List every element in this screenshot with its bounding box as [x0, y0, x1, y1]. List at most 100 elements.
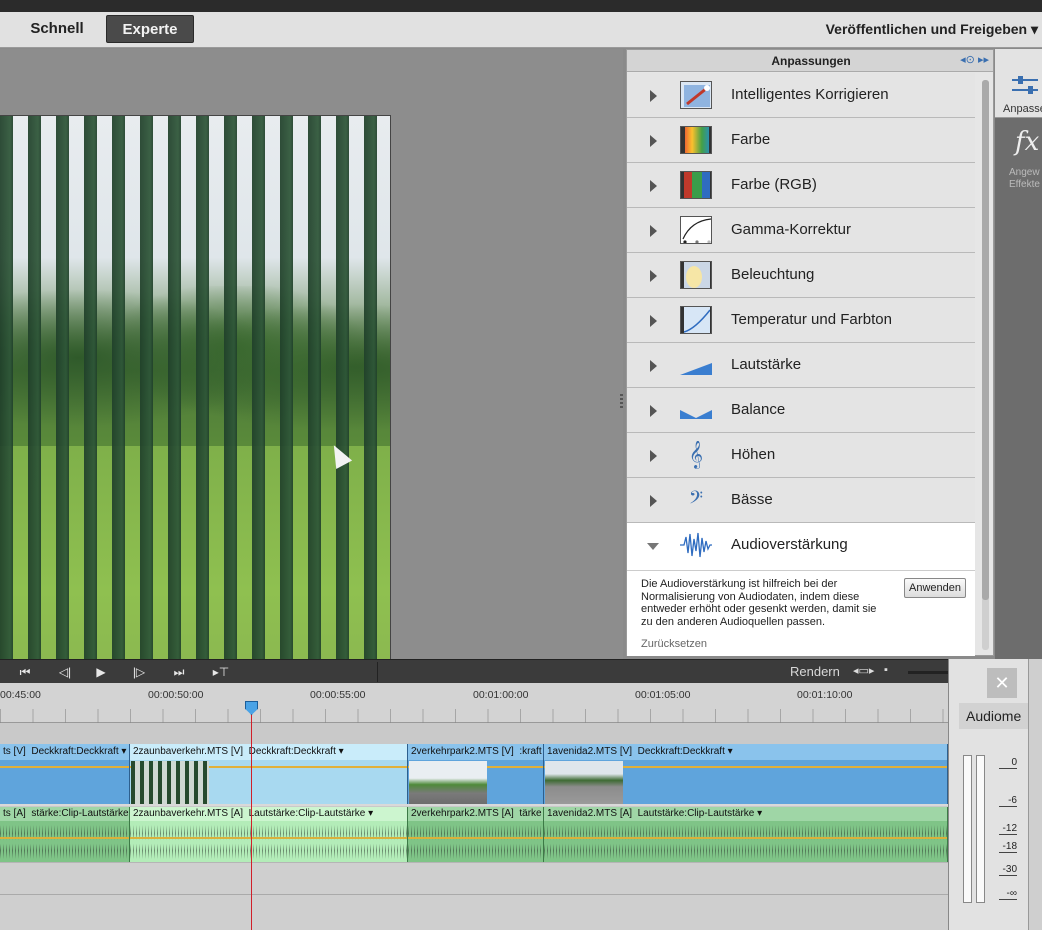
expand-arrow-icon[interactable] [650, 450, 657, 462]
expand-arrow-icon[interactable] [650, 180, 657, 192]
expand-arrow-icon[interactable] [650, 90, 657, 102]
clip-header: 1avenida2.MTS [A] Lautstärke:Clip-Lautst… [544, 807, 947, 821]
collapse-arrow-icon[interactable] [647, 543, 659, 550]
audio-waveform [544, 825, 947, 859]
clip-effect[interactable]: tärke [519, 808, 541, 819]
close-icon[interactable]: ✕ [987, 668, 1017, 698]
adj-item-volume[interactable]: Lautstärke [627, 343, 975, 388]
zoom-slider[interactable] [908, 671, 948, 674]
playhead-line[interactable] [251, 712, 252, 930]
adj-item-audio-gain[interactable]: Audioverstärkung [627, 523, 975, 571]
adj-item-balance[interactable]: Balance [627, 388, 975, 433]
step-forward-icon[interactable]: |▷ [126, 663, 152, 681]
adjustments-scrollbar[interactable] [982, 80, 989, 650]
adjustments-list: Intelligentes Korrigieren Farbe Farbe (R… [627, 73, 975, 571]
adj-item-gamma[interactable]: Gamma-Korrektur [627, 208, 975, 253]
publish-share-menu[interactable]: Veröffentlichen und Freigeben ▾ [826, 15, 1038, 43]
clip-header: ts [V] Deckkraft:Deckkraft ▾ [0, 744, 129, 760]
scrollbar-thumb[interactable] [982, 80, 989, 600]
split-clip-icon[interactable]: ▸⊤ [208, 663, 234, 681]
reset-link[interactable]: Zurücksetzen [641, 638, 707, 650]
adjustments-header: Anpassungen ◂⊙ ▸▸ [627, 50, 993, 72]
clip-effect[interactable]: Lautstärke:Clip-Lautstärke [249, 808, 366, 819]
adj-label: Bässe [731, 491, 773, 508]
audio-clip[interactable]: 1avenida2.MTS [A] Lautstärke:Clip-Lautst… [544, 807, 948, 862]
video-preview[interactable] [0, 115, 391, 683]
clip-name: ts [V] [3, 746, 26, 757]
adj-item-bass[interactable]: 𝄢 Bässe [627, 478, 975, 523]
audio-waveform [408, 825, 543, 859]
timeline-ruler[interactable]: 00:45:00 00:00:50:00 00:00:55:00 00:01:0… [0, 683, 948, 723]
clip-effect[interactable]: :kraft [519, 746, 541, 757]
fit-timeline-icon[interactable]: ◂▭▸ [853, 664, 874, 677]
go-to-end-icon[interactable]: ⏭ [166, 663, 192, 681]
clip-effect[interactable]: stärke:Clip-Lautstärke [31, 808, 128, 819]
quick-mode-button[interactable]: Schnell [14, 15, 100, 43]
audio-clip[interactable]: 2verkehrpark2.MTS [A] tärke ▾ [408, 807, 544, 862]
bass-clef-icon: 𝄢 [688, 487, 704, 512]
audio-gain-description: Die Audioverstärkung ist hilfreich bei d… [641, 578, 877, 628]
panel-menu-icon[interactable]: ◂⊙ ▸▸ [960, 53, 989, 66]
volume-line[interactable] [0, 837, 129, 839]
preview-fence-bars [0, 116, 390, 682]
clip-effect[interactable]: Lautstärke:Clip-Lautstärke [638, 808, 755, 819]
applied-effects-label: Angew Effekte [1009, 167, 1040, 191]
adj-item-temperature[interactable]: Temperatur und Farbton [627, 298, 975, 343]
video-clip[interactable]: 2verkehrpark2.MTS [V] :kraft ▾ [408, 744, 544, 804]
play-icon[interactable]: ▶ [88, 663, 114, 681]
expand-arrow-icon[interactable] [650, 270, 657, 282]
adj-item-treble[interactable]: 𝄞 Höhen [627, 433, 975, 478]
opacity-line[interactable] [0, 766, 129, 768]
adj-label: Audioverstärkung [731, 536, 848, 553]
volume-line[interactable] [408, 837, 543, 839]
sliders-icon [1012, 76, 1038, 94]
right-panel-bar: Anpasse fx Angew Effekte [995, 49, 1042, 659]
expand-arrow-icon[interactable] [650, 135, 657, 147]
clip-name: 2zaunbaverkehr.MTS [A] [133, 808, 244, 819]
clip-header: 2zaunbaverkehr.MTS [V] Deckkraft:Deckkra… [130, 744, 407, 760]
fx-sub-line1: Angew [1009, 167, 1040, 178]
clip-name: 2verkehrpark2.MTS [V] [411, 746, 514, 757]
adj-item-smart-fix[interactable]: Intelligentes Korrigieren [627, 73, 975, 118]
go-to-start-icon[interactable]: ⏮ [12, 663, 38, 681]
volume-line[interactable] [544, 837, 947, 839]
zoom-out-icon[interactable]: ▪ [884, 664, 888, 676]
track-divider [0, 894, 948, 895]
ruler-label: 00:00:55:00 [310, 689, 366, 701]
smart-fix-icon [680, 81, 712, 109]
volume-line[interactable] [130, 837, 407, 839]
video-clip[interactable]: ts [V] Deckkraft:Deckkraft ▾ [0, 744, 130, 804]
meter-scale-label: -∞ [999, 888, 1017, 900]
expand-arrow-icon[interactable] [650, 225, 657, 237]
volume-ramp-icon [680, 351, 712, 379]
adj-item-lighting[interactable]: Beleuchtung [627, 253, 975, 298]
adj-item-color[interactable]: Farbe [627, 118, 975, 163]
step-back-icon[interactable]: ◁| [52, 663, 78, 681]
expand-arrow-icon[interactable] [650, 315, 657, 327]
fx-icon[interactable]: fx [1015, 127, 1039, 157]
expert-mode-button[interactable]: Experte [106, 15, 194, 43]
clip-effect[interactable]: Deckkraft:Deckkraft [31, 746, 118, 757]
video-track: ts [V] Deckkraft:Deckkraft ▾ 2zaunbaverk… [0, 744, 1042, 806]
apply-button[interactable]: Anwenden [904, 578, 966, 598]
video-clip-selected[interactable]: 2zaunbaverkehr.MTS [V] Deckkraft:Deckkra… [130, 744, 408, 804]
audio-clip-selected[interactable]: 2zaunbaverkehr.MTS [A] Lautstärke:Clip-L… [130, 807, 408, 862]
clip-effect[interactable]: Deckkraft:Deckkraft [638, 746, 725, 757]
clip-thumbnail [545, 761, 623, 804]
adj-label: Beleuchtung [731, 266, 815, 283]
expand-arrow-icon[interactable] [650, 495, 657, 507]
clip-effect[interactable]: Deckkraft:Deckkraft [249, 746, 336, 757]
empty-track-area[interactable] [0, 862, 948, 930]
clip-header: 1avenida2.MTS [V] Deckkraft:Deckkraft ▾ [544, 744, 947, 760]
video-clip[interactable]: 1avenida2.MTS [V] Deckkraft:Deckkraft ▾ [544, 744, 948, 804]
expand-arrow-icon[interactable] [650, 405, 657, 417]
adj-item-color-rgb[interactable]: Farbe (RGB) [627, 163, 975, 208]
adjustments-title: Anpassungen [771, 54, 851, 68]
adjustments-tab-label: Anpasse [1003, 103, 1042, 115]
render-button[interactable]: Rendern [790, 664, 840, 679]
panel-resize-handle[interactable] [620, 394, 623, 408]
expand-arrow-icon[interactable] [650, 360, 657, 372]
audio-clip[interactable]: ts [A] stärke:Clip-Lautstärke ▾ [0, 807, 130, 862]
adj-label: Lautstärke [731, 356, 802, 373]
adjustments-tab[interactable]: Anpasse [995, 49, 1042, 118]
